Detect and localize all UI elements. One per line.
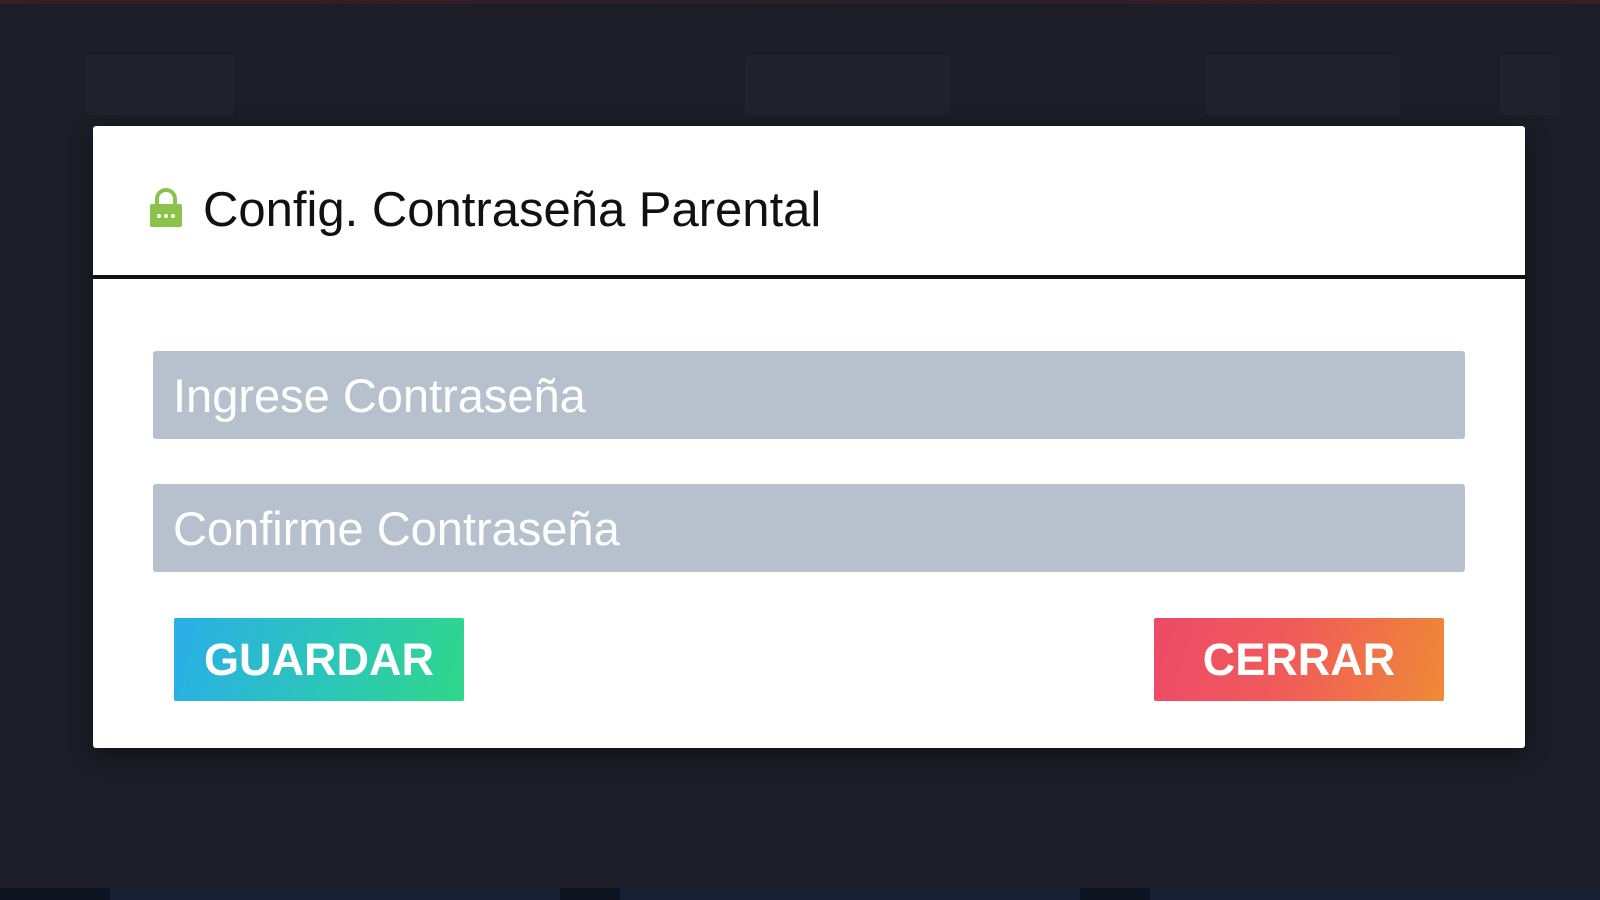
screen: Config. Contraseña Parental GUARDAR CERR… — [0, 0, 1600, 900]
close-button[interactable]: CERRAR — [1154, 618, 1444, 701]
confirm-password-input[interactable] — [153, 484, 1465, 572]
bottom-strip — [0, 888, 1600, 900]
background-nav-item — [745, 55, 950, 115]
dialog-header: Config. Contraseña Parental — [93, 126, 1525, 279]
background-nav-item — [85, 55, 235, 115]
bottom-strip-segment — [560, 888, 620, 900]
dialog-title: Config. Contraseña Parental — [203, 183, 822, 237]
parental-password-dialog: Config. Contraseña Parental GUARDAR CERR… — [93, 126, 1525, 748]
top-edge — [0, 0, 1600, 4]
password-input[interactable] — [153, 351, 1465, 439]
bottom-strip-segment — [0, 888, 110, 900]
save-button[interactable]: GUARDAR — [174, 618, 464, 701]
background-nav-item — [1205, 55, 1400, 115]
lock-icon — [150, 188, 182, 227]
bottom-strip-segment — [1080, 888, 1150, 900]
background-nav-item — [1500, 55, 1560, 115]
background-nav — [0, 55, 1600, 115]
